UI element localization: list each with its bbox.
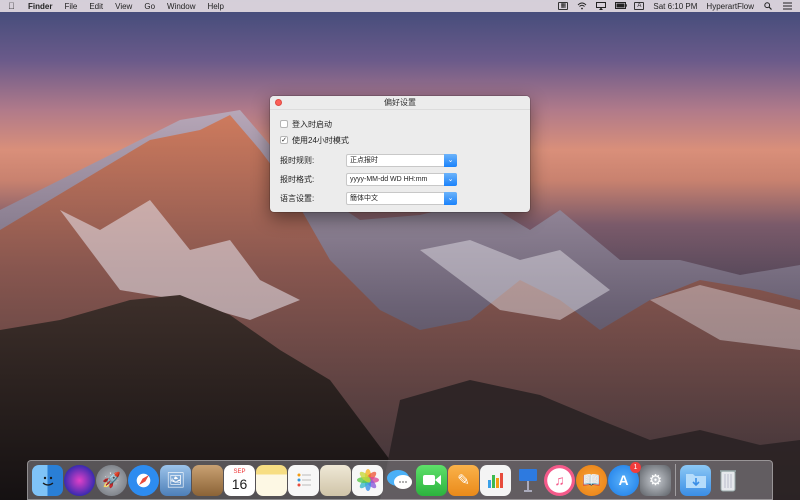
preferences-window: 偏好设置 登入时启动 ✓ 使用24小时模式 报时规则: 正点报时 ⌄ 报时格式:…	[270, 96, 530, 212]
menubar-user[interactable]: HyperartFlow	[706, 2, 754, 11]
dock: 🚀 🖼 SEP 16 ✎ ♫ 📖 A 1 ⚙	[27, 460, 773, 500]
use-24h-checkbox[interactable]: ✓	[280, 136, 288, 144]
launch-at-login-label: 登入时启动	[292, 119, 332, 129]
menu-app-name[interactable]: Finder	[28, 2, 52, 11]
trash-icon[interactable]	[712, 465, 743, 496]
language-value: 簡体中文	[350, 195, 378, 202]
use-24h-label: 使用24小时模式	[292, 135, 349, 145]
menu-help[interactable]: Help	[207, 2, 223, 11]
language-select[interactable]: 簡体中文 ⌄	[346, 192, 457, 205]
menu-bar:  Finder File Edit View Go Window Help ▦…	[0, 0, 800, 12]
launchpad-icon[interactable]: 🚀	[96, 464, 127, 496]
announce-rule-value: 正点报时	[350, 157, 378, 164]
desktop-wallpaper	[0, 110, 800, 500]
menu-edit[interactable]: Edit	[89, 2, 103, 11]
app-status-icon[interactable]: ▦	[558, 2, 569, 10]
calendar-month: SEP	[233, 469, 246, 475]
chevron-down-icon[interactable]: ⌄	[444, 154, 457, 167]
numbers-icon[interactable]	[480, 464, 511, 496]
downloads-folder-icon[interactable]	[680, 464, 711, 496]
chevron-down-icon[interactable]: ⌄	[444, 173, 457, 186]
dock-separator	[675, 464, 676, 496]
input-source-icon[interactable]: A	[634, 2, 645, 10]
menu-file[interactable]: File	[64, 2, 77, 11]
close-button[interactable]	[275, 99, 282, 106]
window-titlebar[interactable]: 偏好设置	[270, 96, 530, 110]
preview-icon[interactable]: 🖼	[160, 464, 191, 496]
safari-icon[interactable]	[128, 464, 159, 496]
itunes-icon[interactable]: ♫	[544, 464, 575, 496]
menubar-clock[interactable]: Sat 6:10 PM	[653, 2, 697, 11]
app-store-icon[interactable]: A 1	[608, 461, 641, 496]
siri-icon[interactable]	[64, 464, 95, 496]
menu-window[interactable]: Window	[167, 2, 195, 11]
battery-icon[interactable]	[615, 2, 628, 10]
use-24h-row[interactable]: ✓ 使用24小时模式	[280, 132, 520, 148]
pages-icon[interactable]: ✎	[448, 464, 479, 496]
launch-at-login-checkbox[interactable]	[280, 120, 288, 128]
menu-view[interactable]: View	[115, 2, 132, 11]
announce-rule-select[interactable]: 正点报时 ⌄	[346, 154, 457, 167]
chevron-down-icon[interactable]: ⌄	[444, 192, 457, 205]
notification-center-icon[interactable]	[782, 2, 792, 10]
menu-go[interactable]: Go	[144, 2, 155, 11]
photo-slideshow-icon[interactable]	[320, 464, 351, 496]
system-preferences-icon[interactable]: ⚙	[640, 464, 671, 496]
spotlight-search-icon[interactable]	[763, 2, 773, 10]
finder-icon[interactable]	[32, 464, 63, 496]
language-label: 语言设置:	[280, 194, 315, 203]
calendar-icon[interactable]: SEP 16	[224, 464, 255, 496]
messages-icon[interactable]	[384, 465, 415, 496]
keynote-icon[interactable]	[512, 465, 543, 496]
photos-icon[interactable]	[352, 464, 383, 496]
launch-at-login-row[interactable]: 登入时启动	[280, 116, 520, 132]
facetime-icon[interactable]	[416, 464, 447, 496]
announce-format-value: yyyy-MM-dd WD HH:mm	[350, 176, 428, 183]
airplay-icon[interactable]	[596, 2, 607, 10]
reminders-icon[interactable]	[288, 464, 319, 496]
window-title: 偏好设置	[384, 98, 416, 107]
ibooks-icon[interactable]: 📖	[576, 464, 607, 496]
contacts-icon[interactable]	[192, 464, 223, 496]
announce-format-select[interactable]: yyyy-MM-dd WD HH:mm ⌄	[346, 173, 457, 186]
wifi-icon[interactable]	[577, 2, 587, 10]
announce-format-label: 报时格式:	[280, 175, 315, 184]
notes-icon[interactable]	[256, 464, 287, 496]
calendar-day: 16	[231, 476, 248, 492]
announce-rule-label: 报时规则:	[280, 156, 315, 165]
apple-menu-icon[interactable]: 	[8, 1, 18, 11]
